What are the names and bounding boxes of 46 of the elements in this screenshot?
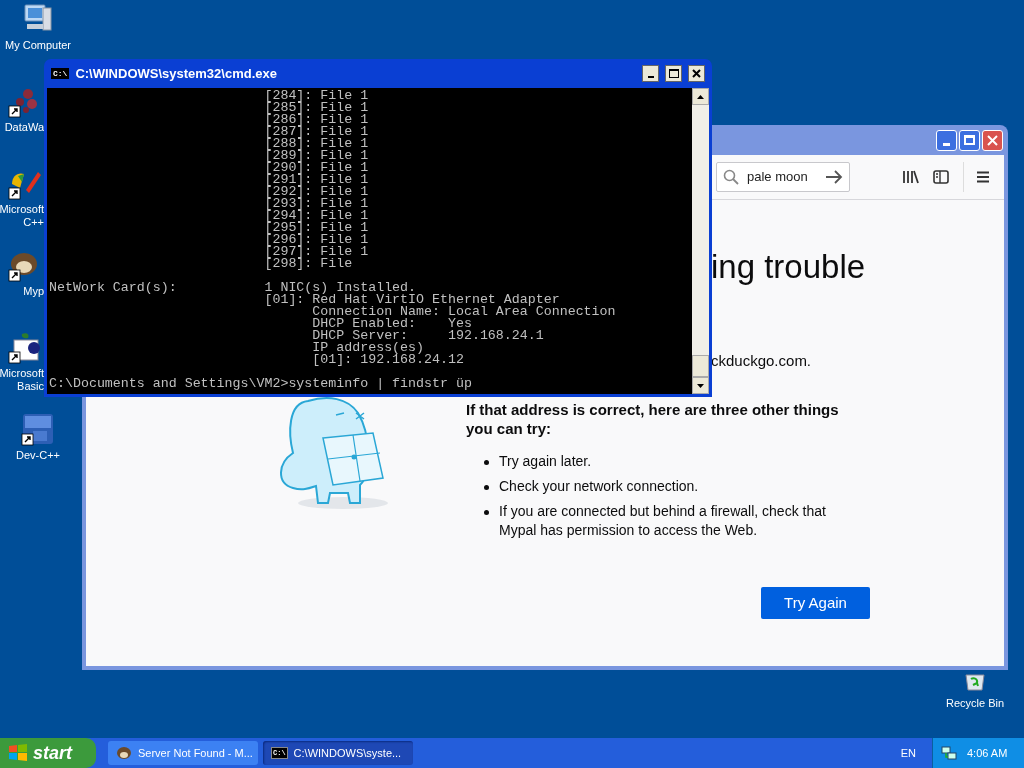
suggestion-text: Check your network connection. [499,477,699,496]
try-again-button[interactable]: Try Again [761,587,870,619]
icon-label: Recycle Bin [945,696,1005,711]
scrollbar[interactable] [692,88,709,394]
bullet-icon [484,485,489,490]
search-field[interactable]: pale moon [716,162,850,192]
close-icon [692,69,701,78]
creature-icon [116,746,132,760]
suggestion-text: Try again later. [499,452,592,471]
icon-label: Myp [23,285,44,298]
icon-label: Microsoft Basic [0,367,44,393]
close-icon [987,134,998,146]
icon-label: Microsoft C++ [0,203,44,229]
menu-icon[interactable] [976,171,990,183]
window-title: C:\WINDOWS\system32\cmd.exe [75,64,278,83]
sidebar-icon[interactable] [933,170,949,184]
library-icon[interactable] [902,170,919,184]
console-output: [284]: File 1 [285]: File 1 [286]: File 1 [287]: File 1 [288]: File 1 [289]: File 1 [290]: File 1 [291]: File 1 [292]: File 1 [293]: File 1 [294]: File 1 [295]: File 1 [296]: File 1 [297]: File 1 [298]: File NetWork Card(s): 1 NIC(s) Installed. [01]: Red Hat VirtIO Ethernet Adapter Connection Name: Local Area Connection DHCP Enabled: Yes DHCP Server: 192.168.24.1 IP address(es) [01]: 192.168.24.12 C:\Documents and Settings\VM2>systeminfo | findstr üp [48,88,617,393]
down-arrow-icon[interactable] [697,383,704,388]
icon-label: Dev-C++ [16,449,60,462]
maximize-button[interactable] [665,65,682,82]
bullet-icon [484,510,489,515]
windows-logo-icon [8,744,28,762]
search-icon [723,169,739,185]
minimize-button[interactable] [642,65,659,82]
search-text: pale moon [747,168,809,187]
icon-label: My Computer [5,39,71,52]
suggestion-text: If you are connected but behind a firewall, check that Mypal has permission to access the Web. [499,502,827,540]
shortcut-icon[interactable] [8,330,42,364]
language-indicator[interactable]: EN [900,744,916,762]
shortcut-icon[interactable] [21,412,55,446]
recycle-bin-icon[interactable] [963,671,987,691]
scrollbar-thumb[interactable] [692,355,709,377]
close-button[interactable] [688,65,705,82]
console-icon: C:\ [51,68,70,79]
network-icon[interactable] [941,745,957,761]
up-arrow-icon[interactable] [697,94,704,99]
error-heading: ing trouble [711,247,866,287]
arrow-icon[interactable] [825,170,843,184]
start-button[interactable]: start [0,738,96,768]
clock: 4:06 AM [967,745,1008,761]
taskbar-button[interactable]: Server Not Found - M... [108,741,258,765]
error-message: ckduckgo.com. [711,351,812,371]
bullet-icon [484,460,489,465]
icon-label: DataWa [4,121,44,134]
suggestions-title: If that address is correct, here are three other things you can try: [466,400,840,438]
